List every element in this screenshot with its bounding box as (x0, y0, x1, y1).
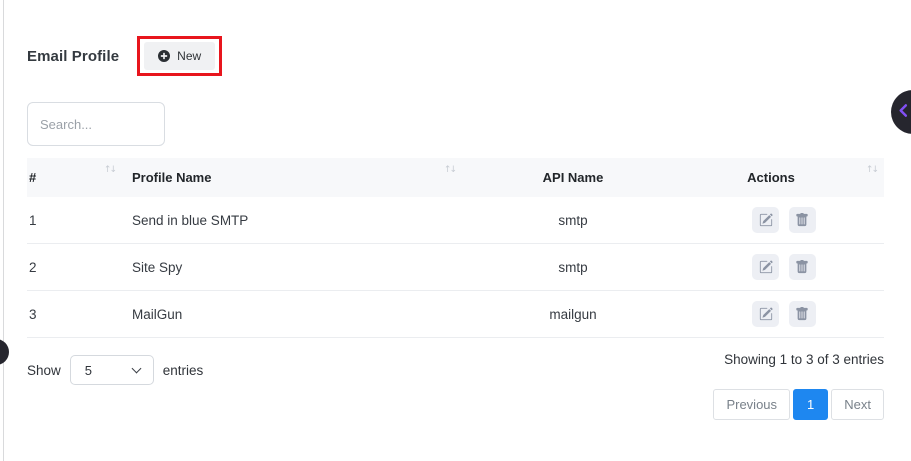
column-header-actions[interactable]: Actions ↑↓ (684, 158, 884, 197)
page-title: Email Profile (27, 48, 119, 65)
edit-button[interactable] (752, 301, 779, 327)
new-button[interactable]: New (144, 42, 215, 70)
entries-label: entries (163, 363, 204, 378)
previous-page-button[interactable]: Previous (713, 389, 790, 420)
actions-cell (684, 244, 884, 291)
edit-icon (759, 213, 773, 227)
edit-icon (759, 260, 773, 274)
edit-button[interactable] (752, 254, 779, 280)
column-header-api-name[interactable]: API Name (462, 158, 684, 197)
annotation-highlight-box: New (137, 36, 222, 76)
api-name-cell: smtp (462, 244, 684, 291)
row-index-cell: 3 (27, 291, 122, 338)
table-body: 1 Send in blue SMTP smtp 2 Site Spy smtp (27, 197, 884, 338)
email-profile-table: # ↑↓ Profile Name ↑↓ API Name Actions ↑↓… (27, 158, 884, 338)
column-header-profile-name[interactable]: Profile Name ↑↓ (122, 158, 462, 197)
show-label: Show (27, 363, 61, 378)
delete-button[interactable] (789, 207, 816, 233)
column-header-index[interactable]: # ↑↓ (27, 158, 122, 197)
page-1-button[interactable]: 1 (793, 389, 828, 420)
trash-icon (795, 307, 809, 321)
pagination: Previous 1 Next (713, 389, 884, 420)
sort-icon: ↑↓ (444, 165, 455, 175)
trash-icon (795, 213, 809, 227)
delete-button[interactable] (789, 254, 816, 280)
edit-button[interactable] (752, 207, 779, 233)
table-row: 3 MailGun mailgun (27, 291, 884, 338)
new-button-label: New (177, 49, 201, 63)
api-name-cell: smtp (462, 197, 684, 244)
delete-button[interactable] (789, 301, 816, 327)
sort-icon: ↑↓ (866, 165, 877, 175)
sort-icon: ↑↓ (104, 165, 115, 175)
chevron-left-icon (896, 103, 911, 121)
plus-circle-icon (158, 50, 170, 62)
table-row: 1 Send in blue SMTP smtp (27, 197, 884, 244)
profile-name-cell: Site Spy (122, 244, 462, 291)
actions-cell (684, 291, 884, 338)
next-page-button[interactable]: Next (831, 389, 884, 420)
trash-icon (795, 260, 809, 274)
email-profile-panel: Email Profile New # ↑↓ Profile Name ↑↓ (0, 0, 911, 420)
profile-name-cell: Send in blue SMTP (122, 197, 462, 244)
left-edge-divider (3, 0, 4, 461)
api-name-cell: mailgun (462, 291, 684, 338)
edit-icon (759, 307, 773, 321)
row-index-cell: 2 (27, 244, 122, 291)
page-length-control: Show 5 entries (27, 355, 203, 385)
showing-entries-text: Showing 1 to 3 of 3 entries (724, 352, 884, 367)
search-input[interactable] (27, 102, 165, 146)
table-row: 2 Site Spy smtp (27, 244, 884, 291)
profile-name-cell: MailGun (122, 291, 462, 338)
table-header-row: # ↑↓ Profile Name ↑↓ API Name Actions ↑↓ (27, 158, 884, 197)
actions-cell (684, 197, 884, 244)
page-length-select[interactable]: 5 (70, 355, 154, 385)
row-index-cell: 1 (27, 197, 122, 244)
